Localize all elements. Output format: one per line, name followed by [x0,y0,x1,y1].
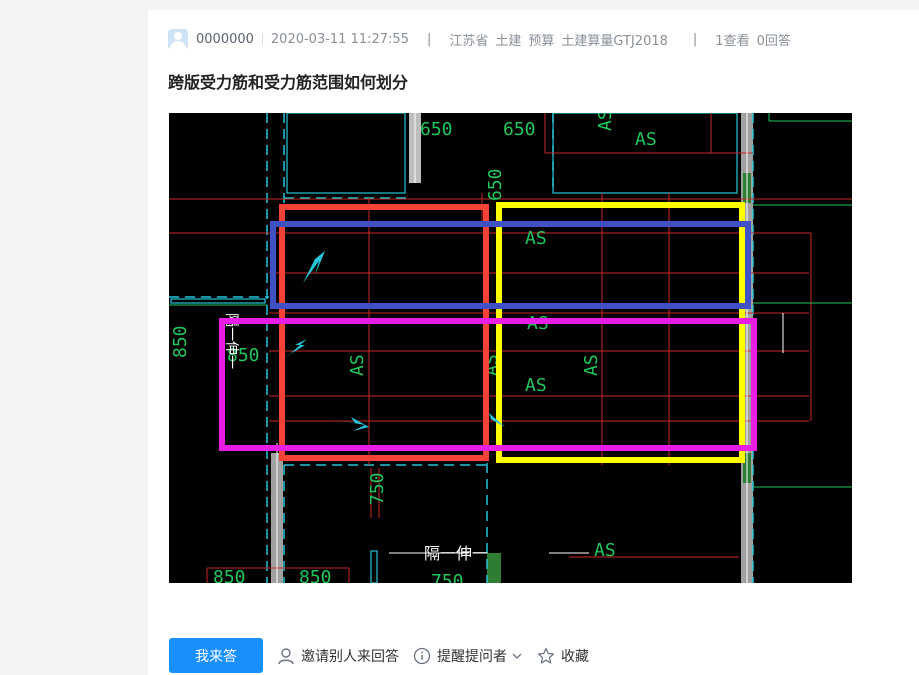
views-count: 1查看 [715,33,750,49]
as-label-5: AS [594,540,616,561]
dim-label-850b: 850 [213,567,246,583]
dim-label-850c: 850 [299,567,332,583]
meta-separator: | [692,31,698,47]
chevron-down-icon [512,653,522,659]
tag-province[interactable]: 江苏省 [449,30,488,49]
invite-answer-action[interactable]: 邀请别人来回答 [277,646,399,666]
favorite-label: 收藏 [561,648,589,665]
rebar-arrows [273,251,505,431]
author-name[interactable]: 0000000 [196,32,254,47]
answers-count: 0回答 [756,33,791,49]
star-icon [537,647,555,664]
question-title: 跨版受力筋和受力筋范围如何划分 [168,73,409,92]
divider [261,33,263,45]
answer-button[interactable]: 我来答 [169,638,263,673]
partition-label-bottom: 隔一伸一 [424,544,488,563]
dim-label-650c: 650 [485,168,506,201]
dim-label-750b: 750 [431,571,464,583]
action-bar: 我来答 邀请别人来回答 提醒提问者 收藏 [169,638,589,673]
info-icon [413,647,431,664]
cad-white-lines [276,113,784,583]
as-label-1: AS [635,129,657,150]
tag-category[interactable]: 预算 [528,30,554,49]
tag-discipline[interactable]: 土建 [495,30,521,49]
as-label-9: AS [595,113,616,131]
meta-separator: | [426,31,432,47]
user-icon [278,647,294,664]
question-meta: 0000000 2020-03-11 11:27:55 | 江苏省 土建 预算 … [168,28,791,50]
invite-label: 邀请别人来回答 [301,648,399,665]
cad-labels: 650 650 AS AS AS AS AS 850 850 850 750 8… [170,113,657,583]
remind-asker-action[interactable]: 提醒提问者 [413,646,523,666]
blue-highlight-box [270,221,751,309]
tag-software[interactable]: 土建算量GTJ2018 [561,30,667,49]
post-timestamp: 2020-03-11 11:27:55 [270,31,409,47]
as-label-4: AS [525,375,547,396]
as-label-8: AS [581,354,602,376]
as-label-6: AS [347,354,368,376]
red-highlight-box [279,204,489,461]
dim-label-750a: 750 [367,472,388,505]
dim-label-850d: 850 [170,325,191,358]
dim-label-650a: 650 [420,119,453,140]
dim-label-650b: 650 [503,119,536,140]
cad-walls [271,113,753,583]
favorite-action[interactable]: 收藏 [537,646,589,666]
as-label-2: AS [525,228,547,249]
cad-drawing-image[interactable]: 650 650 AS AS AS AS AS 850 850 850 750 8… [169,113,852,583]
question-card: 0000000 2020-03-11 11:27:55 | 江苏省 土建 预算 … [148,10,919,675]
avatar[interactable] [168,29,188,49]
remind-label: 提醒提问者 [437,648,507,665]
